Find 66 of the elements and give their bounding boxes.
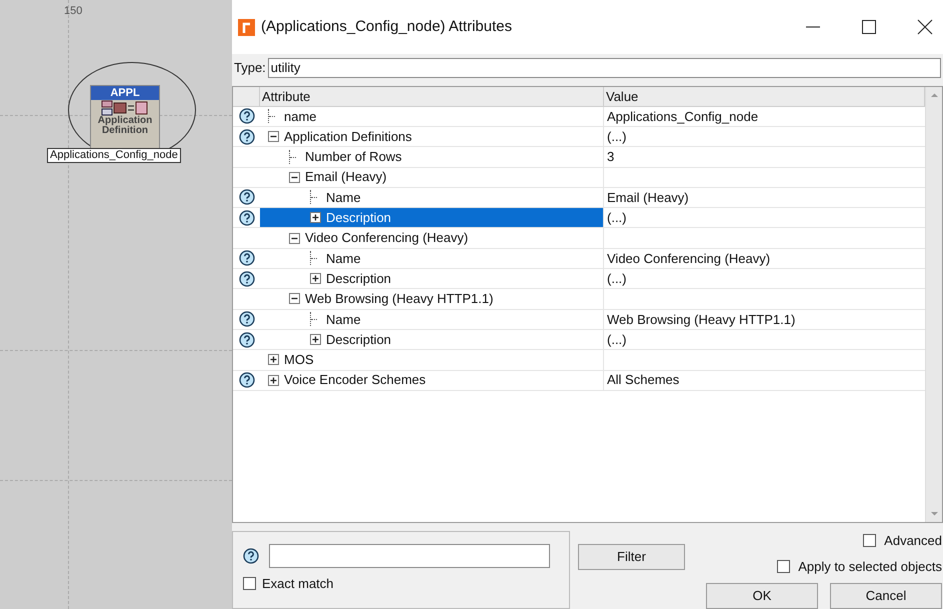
attribute-cell[interactable]: Web Browsing (Heavy HTTP1.1): [260, 289, 604, 309]
value-cell[interactable]: (...): [604, 126, 925, 146]
ok-button[interactable]: OK: [706, 583, 818, 609]
expand-icon[interactable]: [310, 334, 321, 346]
checkbox[interactable]: [777, 560, 790, 573]
help-icon[interactable]: [238, 332, 254, 348]
checkbox-label[interactable]: Advanced: [884, 531, 942, 550]
attribute-cell[interactable]: Video Conferencing (Heavy): [260, 228, 604, 248]
help-icon[interactable]: [238, 128, 254, 145]
help-icon[interactable]: [238, 189, 254, 206]
checkbox[interactable]: [243, 577, 256, 590]
window-title: (Applications_Config_node) Attributes: [261, 16, 513, 37]
checkbox-label[interactable]: Exact match: [262, 574, 334, 594]
ruler-label: 150: [64, 4, 82, 19]
node-caption: Application Definition: [96, 116, 154, 136]
node-badge: APPL: [91, 86, 159, 100]
attribute-cell[interactable]: Description: [260, 269, 604, 288]
attribute-cell[interactable]: Description: [260, 330, 604, 350]
help-icon[interactable]: [243, 548, 259, 564]
node-icon[interactable]: APPL Application Definition: [90, 85, 160, 149]
collapse-icon[interactable]: [289, 172, 300, 183]
column-header[interactable]: Attribute: [260, 86, 604, 106]
value-cell[interactable]: Video Conferencing (Heavy): [604, 248, 925, 268]
help-icon[interactable]: [238, 270, 254, 287]
value-cell[interactable]: (...): [604, 268, 925, 288]
attribute-cell[interactable]: MOS: [260, 350, 604, 370]
help-icon[interactable]: [238, 372, 254, 388]
close-icon[interactable]: [917, 19, 933, 36]
value-cell[interactable]: (...): [604, 208, 925, 228]
type-label: Type:: [234, 59, 266, 78]
checkbox[interactable]: [863, 534, 876, 548]
attribute-cell[interactable]: name: [260, 106, 604, 126]
attribute-cell[interactable]: Voice Encoder Schemes: [260, 370, 604, 390]
collapse-icon[interactable]: [289, 232, 300, 244]
type-field[interactable]: utility: [268, 58, 941, 78]
expand-icon[interactable]: [268, 374, 279, 386]
attribute-cell[interactable]: Name: [260, 188, 604, 208]
attribute-cell[interactable]: Number of Rows: [260, 147, 604, 167]
collapse-icon[interactable]: [268, 131, 279, 142]
checkbox-label[interactable]: Apply to selected objects: [798, 556, 942, 576]
help-icon[interactable]: [238, 210, 254, 226]
filter-button[interactable]: Filter: [578, 544, 685, 570]
filter-field[interactable]: [269, 544, 550, 568]
expand-icon[interactable]: [310, 273, 321, 284]
value-cell[interactable]: Applications_Config_node: [604, 106, 925, 126]
value-cell[interactable]: Web Browsing (Heavy HTTP1.1): [604, 310, 925, 330]
value-cell[interactable]: All Schemes: [604, 370, 925, 390]
attribute-cell[interactable]: Name: [260, 248, 604, 268]
attribute-cell[interactable]: Description: [260, 208, 604, 228]
expand-icon[interactable]: [268, 354, 279, 366]
value-cell[interactable]: Email (Heavy): [604, 188, 925, 208]
attribute-cell[interactable]: Application Definitions: [260, 126, 604, 146]
help-icon[interactable]: [238, 250, 254, 266]
cancel-button[interactable]: Cancel: [830, 583, 942, 609]
app-logo-icon: [238, 18, 255, 36]
help-icon[interactable]: [238, 108, 254, 124]
help-icon[interactable]: [238, 311, 254, 328]
collapse-icon[interactable]: [289, 293, 300, 304]
attribute-cell[interactable]: Email (Heavy): [260, 168, 604, 187]
attribute-cell[interactable]: Name: [260, 310, 604, 329]
value-cell[interactable]: (...): [604, 330, 925, 350]
value-cell[interactable]: 3: [604, 147, 925, 167]
application-icon: [100, 100, 150, 116]
maximize-icon[interactable]: [861, 19, 877, 36]
node-label: Applications_Config_node: [47, 148, 181, 163]
expand-icon[interactable]: [310, 212, 321, 224]
